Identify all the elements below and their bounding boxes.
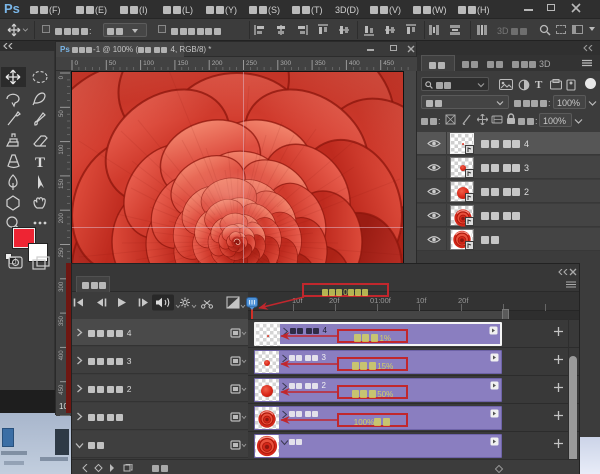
svg-text:250: 250 [59, 247, 65, 258]
svg-text:450: 450 [59, 384, 65, 395]
svg-text:300: 300 [280, 60, 291, 67]
svg-text:300: 300 [59, 281, 65, 292]
svg-text:200: 200 [59, 213, 65, 224]
svg-text:350: 350 [315, 60, 326, 67]
svg-text:150: 150 [59, 178, 65, 189]
svg-text:100: 100 [59, 144, 65, 155]
svg-text:250: 250 [246, 60, 257, 67]
svg-text:350: 350 [59, 315, 65, 326]
svg-text:400: 400 [349, 60, 360, 67]
svg-text:50: 50 [109, 60, 117, 67]
svg-text:100: 100 [143, 60, 154, 67]
svg-text:450: 450 [383, 60, 394, 67]
svg-text:50: 50 [59, 110, 65, 117]
svg-text:T: T [35, 155, 45, 171]
svg-text:150: 150 [177, 60, 188, 67]
svg-text:0: 0 [75, 60, 79, 67]
svg-text:400: 400 [59, 350, 65, 361]
svg-text:200: 200 [212, 60, 223, 67]
